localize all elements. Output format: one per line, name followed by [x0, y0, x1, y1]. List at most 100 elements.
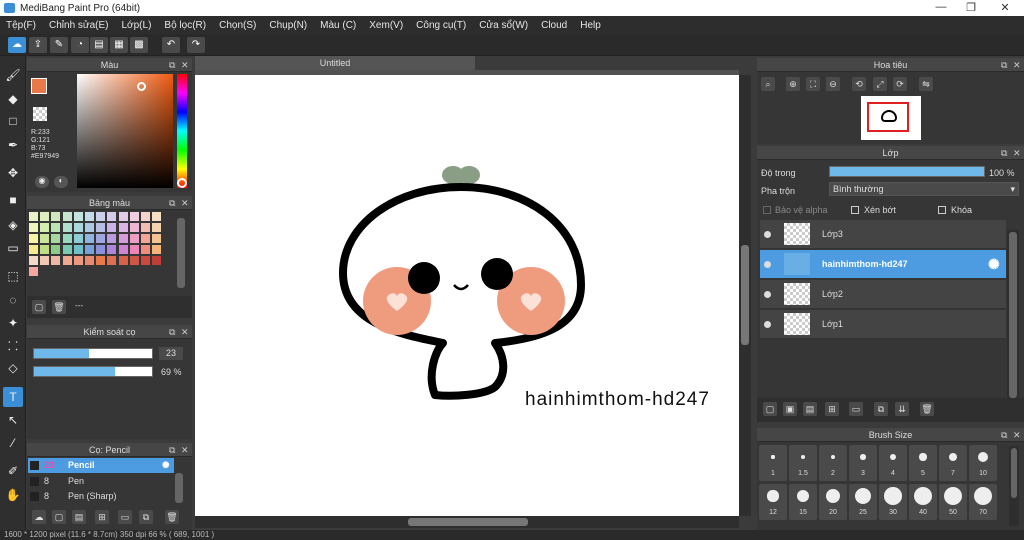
palette-swatch[interactable] [73, 234, 83, 243]
palette-swatch[interactable] [29, 212, 38, 221]
layer-row[interactable]: Lớp3 [760, 220, 1006, 249]
transparent-swatch[interactable] [33, 107, 47, 121]
menu-file[interactable]: Tệp(F) [6, 20, 36, 31]
layer-row-selected[interactable]: hainhimthom-hd247 ✺ [760, 250, 1006, 279]
grid-icon[interactable]: ▩ [130, 37, 148, 53]
brush-list-scrollbar[interactable] [175, 473, 183, 503]
palette-swatch[interactable] [29, 223, 38, 232]
palette-swatch[interactable] [129, 223, 139, 232]
menu-cloud[interactable]: Cloud [541, 20, 567, 31]
palette-swatch[interactable] [62, 212, 72, 221]
trash-icon[interactable]: 🗑 [165, 510, 179, 524]
brush-size-value[interactable]: 23 [159, 347, 183, 360]
palette-swatch[interactable] [40, 245, 50, 254]
close-icon[interactable]: ✕ [181, 443, 189, 457]
add-brush-icon[interactable]: ⊞ [95, 510, 109, 524]
select-eraser-tool-icon[interactable]: ◇ [3, 358, 23, 378]
palette-swatch[interactable] [96, 256, 106, 265]
palette-swatch[interactable] [107, 234, 117, 243]
gear-icon[interactable]: ✺ [162, 458, 170, 473]
palette-swatch[interactable] [118, 256, 128, 265]
palette-swatch[interactable] [29, 267, 38, 276]
palette-swatch[interactable] [96, 212, 106, 221]
palette-swatch[interactable] [141, 256, 150, 265]
color-picker-icon[interactable]: ◐ [54, 176, 68, 188]
fill-rect-tool-icon[interactable]: ■ [3, 190, 23, 210]
speech-bubble-icon[interactable]: ◔ [71, 37, 89, 53]
layer-row[interactable]: Lớp1 [760, 310, 1006, 339]
trash-icon[interactable]: 🗑 [920, 402, 934, 416]
panel-layout-icon[interactable]: ▦ [110, 37, 128, 53]
popout-icon[interactable]: ⧉ [1001, 58, 1007, 72]
text-tool-icon[interactable]: T [3, 387, 23, 407]
palette-scrollbar[interactable] [177, 218, 185, 288]
share-icon[interactable]: ⇪ [29, 37, 47, 53]
palette-swatch[interactable] [85, 212, 94, 221]
palette-swatch[interactable] [152, 234, 162, 243]
palette-swatch[interactable] [73, 212, 83, 221]
redo-icon[interactable]: ↷ [187, 37, 205, 53]
palette-swatch[interactable] [107, 223, 117, 232]
menu-view[interactable]: Xem(V) [369, 20, 403, 31]
palette-swatch[interactable] [73, 223, 83, 232]
duplicate-icon[interactable]: ⧉ [874, 402, 888, 416]
menu-tools[interactable]: Công cụ(T) [416, 20, 466, 31]
palette-swatch[interactable] [62, 256, 72, 265]
palette-swatch[interactable] [73, 245, 83, 254]
new-layer-icon[interactable]: ▢ [763, 402, 777, 416]
brush-item-pen[interactable]: 8 Pen [28, 474, 174, 489]
brush-settings-icon[interactable]: ▤ [72, 510, 86, 524]
close-icon[interactable]: ✕ [1013, 428, 1021, 442]
palette-swatch[interactable] [62, 245, 72, 254]
select-rect-tool-icon[interactable]: ⬚ [3, 266, 23, 286]
layer-scroll-thumb[interactable] [1009, 232, 1017, 398]
palette-swatch[interactable] [152, 256, 162, 265]
visibility-icon[interactable] [764, 261, 771, 268]
popout-icon[interactable]: ⧉ [169, 196, 175, 210]
visibility-icon[interactable] [764, 321, 771, 328]
menu-help[interactable]: Help [580, 20, 601, 31]
menu-edit[interactable]: Chỉnh sửa(E) [49, 20, 109, 31]
palette-swatch[interactable] [85, 234, 94, 243]
palette-swatch[interactable] [96, 245, 106, 254]
palette-swatch[interactable] [152, 223, 162, 232]
brush-size-cell[interactable]: 3 [849, 445, 877, 481]
popout-icon[interactable]: ⧉ [1001, 146, 1007, 160]
rotate-left-icon[interactable]: ⟲ [852, 77, 866, 91]
navigator-preview[interactable] [861, 96, 921, 140]
palette-swatch[interactable] [96, 234, 106, 243]
fullscreen-icon[interactable]: ⤢ [873, 77, 887, 91]
close-button[interactable]: ✕ [990, 1, 1020, 14]
palette-swatch[interactable] [129, 234, 139, 243]
menu-filter[interactable]: Bộ lọc(R) [164, 20, 206, 31]
add-layer-menu-icon[interactable]: ⊞ [825, 402, 839, 416]
brush-size-cell[interactable]: 12 [759, 484, 787, 520]
fit-icon[interactable]: ⛶ [806, 77, 820, 91]
hue-slider-thumb[interactable] [177, 178, 187, 188]
document-icon[interactable]: ▤ [90, 37, 108, 53]
palette-swatch[interactable] [129, 245, 139, 254]
brush-tool-icon[interactable]: 🖌 [3, 65, 23, 85]
color-wheel-icon[interactable]: ◉ [35, 176, 49, 188]
close-icon[interactable]: ✕ [181, 196, 189, 210]
palette-swatch[interactable] [51, 234, 61, 243]
close-icon[interactable]: ✕ [181, 58, 189, 72]
popout-icon[interactable]: ⧉ [169, 325, 175, 339]
canvas-horizontal-scrollbar[interactable] [195, 516, 739, 528]
brush-opacity-slider[interactable] [33, 366, 153, 377]
close-icon[interactable]: ✕ [1013, 58, 1021, 72]
primary-color-swatch[interactable] [31, 78, 47, 94]
palette-swatch[interactable] [152, 212, 162, 221]
brush-item-pen-sharp[interactable]: 8 Pen (Sharp) [28, 489, 174, 504]
flip-icon[interactable]: ⇋ [919, 77, 933, 91]
layer-row[interactable]: Lớp2 [760, 280, 1006, 309]
palette-swatch[interactable] [118, 212, 128, 221]
cloud-icon[interactable]: ☁ [8, 37, 26, 53]
comment-icon[interactable]: ✎ [50, 37, 68, 53]
palette-swatch[interactable] [141, 234, 150, 243]
new-palette-icon[interactable]: ▢ [32, 300, 46, 314]
lasso-tool-icon[interactable]: ◌ [3, 290, 23, 310]
palette-swatch[interactable] [107, 245, 117, 254]
protect-alpha-checkbox[interactable] [763, 206, 771, 214]
brush-size-cell[interactable]: 30 [879, 484, 907, 520]
